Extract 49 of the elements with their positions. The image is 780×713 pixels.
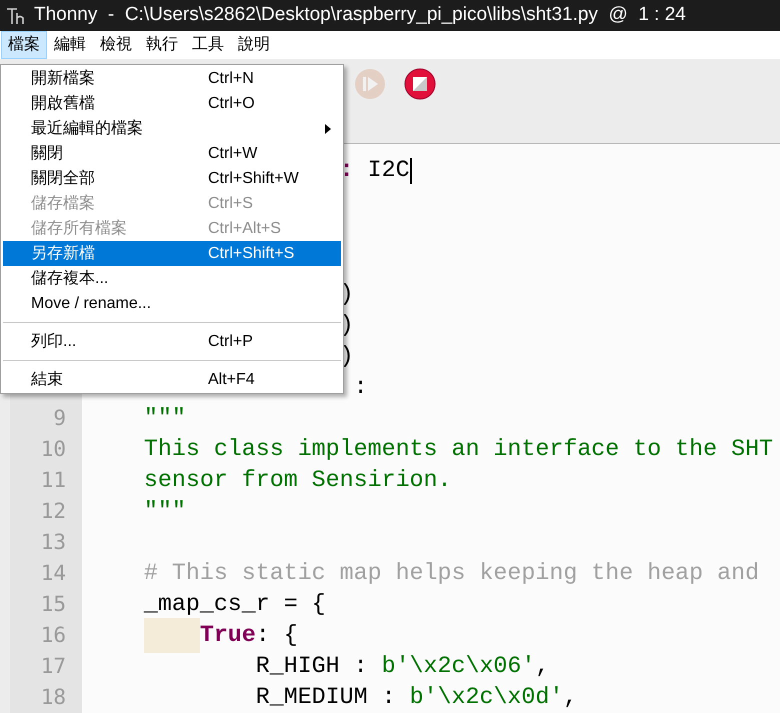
string-text: b'\x2c\x0d' xyxy=(410,683,564,712)
keyword-text: True xyxy=(200,621,256,650)
code-text: R_MEDIUM : xyxy=(256,683,397,712)
menu-entry[interactable]: 列印... Ctrl+P xyxy=(3,329,341,354)
menu-entry[interactable]: 儲存複本... xyxy=(3,266,341,291)
code-text: : { xyxy=(256,621,298,650)
line-number: 16 xyxy=(40,622,66,649)
keyword-text: : xyxy=(340,156,354,186)
menu-entry[interactable]: 另存新檔 Ctrl+Shift+S xyxy=(3,241,341,266)
string-text: sensor from Sensirion. xyxy=(144,466,452,496)
menu-entry[interactable]: 結束 Alt+F4 xyxy=(3,367,341,392)
line-number: 18 xyxy=(40,684,66,711)
line-number: 13 xyxy=(40,528,66,556)
string-text: """ xyxy=(144,404,186,434)
menu-entry[interactable]: Move / rename... xyxy=(3,291,341,316)
line-number: 15 xyxy=(40,590,66,618)
menu-entry[interactable]: 關閉 Ctrl+W xyxy=(3,141,341,166)
line-number: 17 xyxy=(40,652,66,680)
window-title: Thonny - C:\Users\s2862\Desktop\raspberry_pi_pico\libs\sht31.py @ 1 : 24 xyxy=(34,3,686,28)
line-number: 10 xyxy=(40,436,66,463)
menu-entry[interactable]: 最近編輯的檔案 xyxy=(3,116,341,141)
line-number: 11 xyxy=(40,466,66,494)
code-text: , xyxy=(563,683,578,712)
menu-item[interactable]: 工具 xyxy=(185,31,231,60)
menu-entry[interactable]: 開新檔案 Ctrl+N xyxy=(3,66,341,91)
line-number: 14 xyxy=(40,560,66,587)
code-text: , xyxy=(535,652,550,682)
stop-icon[interactable] xyxy=(404,68,436,100)
code-text: ) xyxy=(340,342,354,372)
menu-item[interactable]: 編輯 xyxy=(47,31,93,60)
code-text: R_HIGH : xyxy=(256,652,369,682)
comment-text: # This static map helps keeping the heap and xyxy=(144,559,760,588)
code-text: ) xyxy=(340,280,354,310)
string-text: This class implements an interface to the SHT xyxy=(144,435,774,464)
string-text: b'\x2c\x06' xyxy=(382,652,536,682)
app-logo-icon xyxy=(6,6,26,25)
menu-item[interactable]: 檔案 xyxy=(1,31,47,60)
code-text: _map_cs_r = { xyxy=(144,590,326,620)
line-number: 12 xyxy=(40,498,66,525)
string-text: """ xyxy=(144,497,186,526)
menu-item[interactable]: 說明 xyxy=(231,31,277,60)
menu-entry[interactable]: 關閉全部 Ctrl+Shift+W xyxy=(3,166,341,191)
menu-item[interactable]: 檢視 xyxy=(93,31,139,60)
code-text: ) xyxy=(340,311,354,340)
menu-entry[interactable]: 開啟舊檔 Ctrl+O xyxy=(3,91,341,116)
line-number: 9 xyxy=(53,404,66,432)
code-text: : xyxy=(354,373,368,402)
menu-item[interactable]: 執行 xyxy=(139,31,185,60)
code-text: I2C xyxy=(368,156,410,186)
